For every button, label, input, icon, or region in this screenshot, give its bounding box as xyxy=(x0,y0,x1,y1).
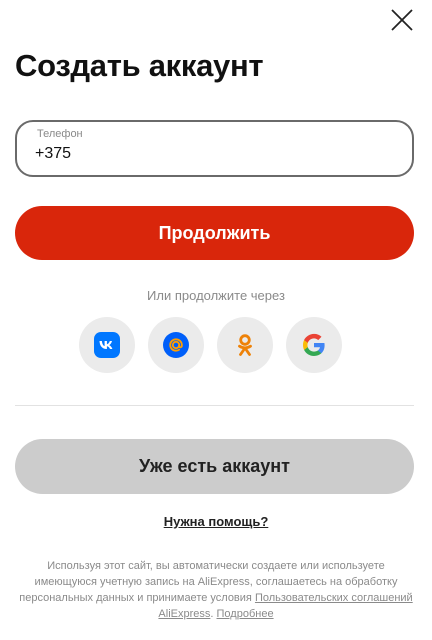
divider xyxy=(15,405,414,406)
social-login-caption: Или продолжите через xyxy=(147,288,285,303)
legal-separator: . xyxy=(210,608,214,620)
help-link-container: Нужна помощь? xyxy=(0,514,432,529)
more-info-link[interactable]: Подробнее xyxy=(217,608,274,620)
create-account-dialog: Создать аккаунт Телефон Продолжить Или п… xyxy=(0,0,432,640)
continue-button[interactable]: Продолжить xyxy=(15,206,414,260)
ok-login-button[interactable] xyxy=(217,317,273,373)
close-icon xyxy=(391,9,413,31)
page-title: Создать аккаунт xyxy=(15,48,264,83)
close-button[interactable] xyxy=(390,8,414,32)
phone-input[interactable] xyxy=(35,145,375,163)
vk-icon xyxy=(94,332,120,358)
vk-login-button[interactable] xyxy=(79,317,135,373)
google-login-button[interactable] xyxy=(286,317,342,373)
existing-account-button[interactable]: Уже есть аккаунт xyxy=(15,439,414,494)
phone-field[interactable]: Телефон xyxy=(15,120,414,177)
social-login-buttons xyxy=(79,317,342,373)
help-link[interactable]: Нужна помощь? xyxy=(164,514,269,529)
google-icon xyxy=(303,333,325,356)
odnoklassniki-icon xyxy=(238,334,252,356)
mail-ru-login-button[interactable] xyxy=(148,317,204,373)
legal-notice: Используя этот сайт, вы автоматически со… xyxy=(16,558,416,622)
phone-field-label: Телефон xyxy=(37,128,83,140)
mail-ru-icon xyxy=(163,332,189,358)
